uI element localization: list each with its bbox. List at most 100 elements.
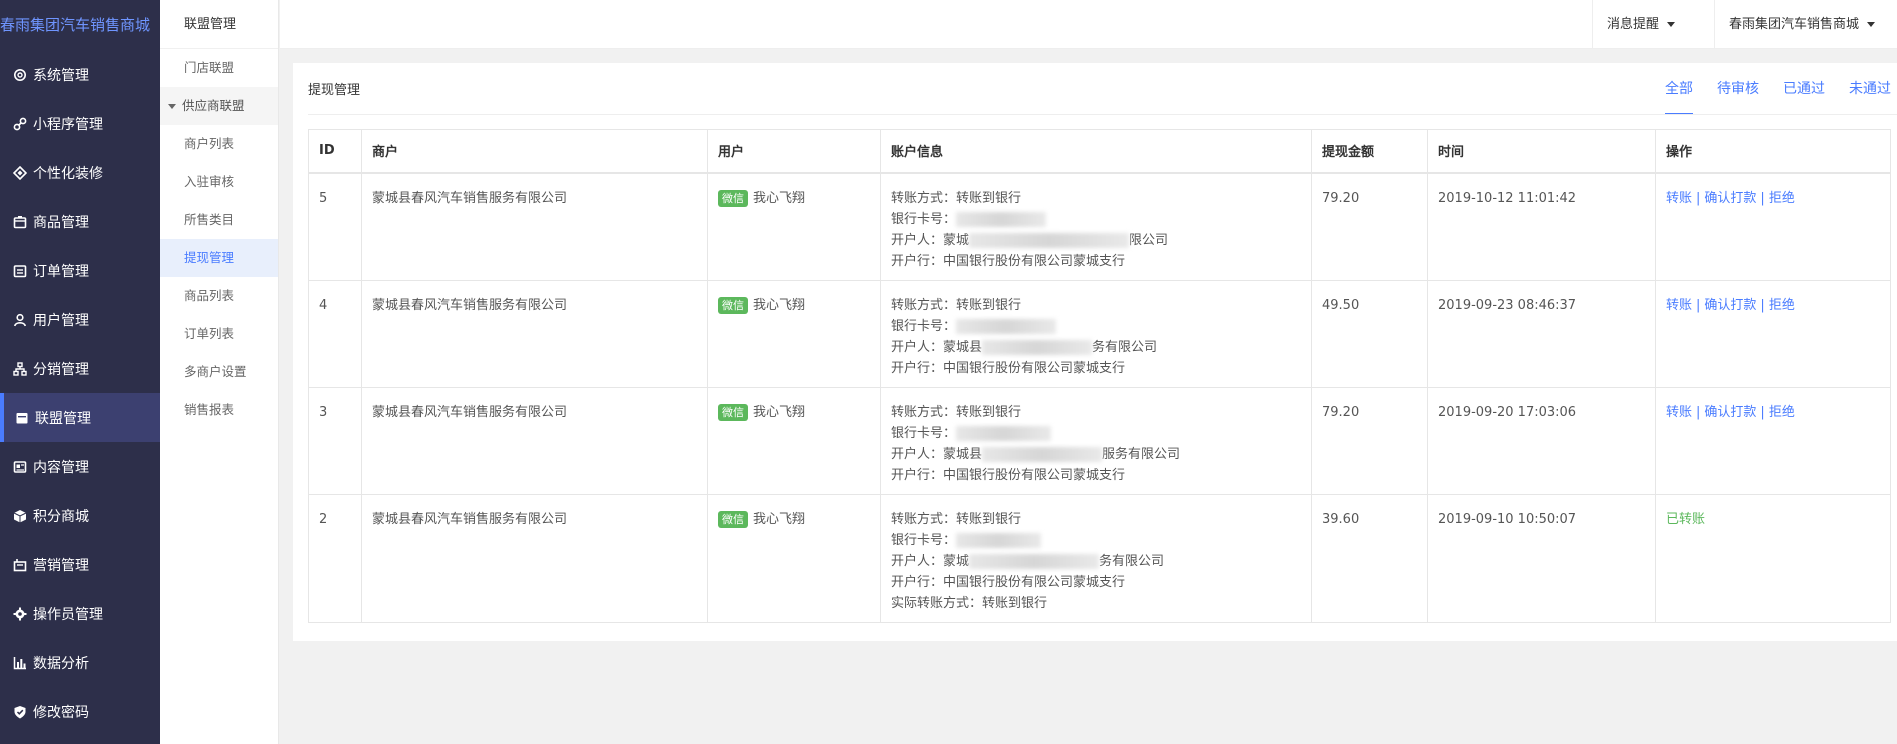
subnav-group-label: 供应商联盟 [182,98,245,113]
triangle-down-icon [168,104,176,109]
sidebar-item-8[interactable]: 内容管理 [0,442,160,491]
sidebar-item-6[interactable]: 分销管理 [0,344,160,393]
card-number-label: 银行卡号： [891,425,957,441]
actions-cell: 已转账 [1655,493,1891,623]
sidebar-item-label: 小程序管理 [33,116,103,133]
messages-dropdown[interactable]: 消息提醒 [1592,0,1714,49]
account-holder-label: 开户人： [891,232,944,248]
account-holder-label: 开户人： [891,446,944,462]
confirm-payment-link[interactable]: 确认打款 [1704,298,1756,313]
caret-down-icon [1867,22,1876,27]
reject-link[interactable]: 拒绝 [1769,298,1795,313]
sidebar-item-12[interactable]: 数据分析 [0,638,160,687]
transfer-method-line: 转账方式：转账到银行 [891,402,1301,423]
account-holder-start: 蒙城县 [943,339,983,355]
account-holder-end: 限公司 [1129,232,1169,248]
card-number-line: 银行卡号： [891,316,1301,337]
separator: | [1760,297,1765,313]
subnav-item-categories[interactable]: 所售类目 [160,201,278,239]
tab-approved[interactable]: 已通过 [1783,63,1825,115]
account-info-cell: 转账方式：转账到银行 银行卡号： 开户人：蒙城县 服务有限公司 开户行：中国银行股份有限… [880,386,1312,495]
account-holder-label: 开户人： [891,553,944,569]
subnav-item-products[interactable]: 商品列表 [160,277,278,315]
subnav-item-orders[interactable]: 订单列表 [160,315,278,353]
confirm-payment-link[interactable]: 确认打款 [1704,191,1756,206]
column-header-actions: 操作 [1655,129,1891,174]
content-icon [13,460,27,474]
subnav-item-multi-merchant-settings[interactable]: 多商户设置 [160,353,278,391]
sidebar-item-label: 积分商城 [33,508,89,525]
account-info-cell: 转账方式：转账到银行 银行卡号： 开户人：蒙城 务有限公司 开户行：中国银行股份有限公司… [880,493,1312,623]
tab-pending[interactable]: 待审核 [1717,63,1759,115]
redacted-holder-name [982,446,1103,462]
id-cell: 5 [308,172,362,281]
tab-all[interactable]: 全部 [1665,63,1693,115]
sidebar-item-10[interactable]: 营销管理 [0,540,160,589]
sidebar-item-3[interactable]: 商品管理 [0,197,160,246]
actual-method-value: 转账到银行 [982,595,1048,611]
confirm-payment-link[interactable]: 确认打款 [1704,405,1756,420]
bank-label: 开户行： [891,467,944,483]
tab-rejected[interactable]: 未通过 [1849,63,1891,115]
reject-link[interactable]: 拒绝 [1769,405,1795,420]
sidebar-item-4[interactable]: 订单管理 [0,246,160,295]
transfer-link[interactable]: 转账 [1666,298,1692,313]
subnav-item-sales-report[interactable]: 销售报表 [160,391,278,429]
redacted-holder-name [982,339,1093,355]
sidebar-item-0[interactable]: 系统管理 [0,50,160,99]
sidebar-item-label: 修改密码 [33,704,89,721]
actual-method-label: 实际转账方式： [891,595,983,611]
table-row: 4 蒙城县春风汽车销售服务有限公司 微信 我心飞翔 转账方式：转账到银行 银行卡号： 开户人… [308,279,1891,388]
transfer-method-line: 转账方式：转账到银行 [891,188,1301,209]
merchant-cell: 蒙城县春风汽车销售服务有限公司 [361,172,708,281]
sidebar-item-5[interactable]: 用户管理 [0,295,160,344]
column-header-time: 时间 [1427,129,1656,174]
merchant-cell: 蒙城县春风汽车销售服务有限公司 [361,493,708,623]
subnav-item-store-alliance[interactable]: 门店联盟 [160,49,278,87]
separator: | [1696,404,1701,420]
messages-label: 消息提醒 [1607,17,1660,32]
reject-link[interactable]: 拒绝 [1769,191,1795,206]
user-cell: 微信 我心飞翔 [707,172,881,281]
sidebar-item-9[interactable]: 积分商城 [0,491,160,540]
status-tabs: 全部 待审核 已通过 未通过 [1641,63,1891,115]
card-number-line: 银行卡号： [891,530,1301,551]
transfer-method-value: 转账到银行 [956,404,1022,420]
subnav-group-supplier[interactable]: 供应商联盟 [160,87,278,125]
transfer-link[interactable]: 转账 [1666,405,1692,420]
actions-cell: 转账 | 确认打款 | 拒绝 [1655,172,1891,281]
sidebar-item-7[interactable]: 联盟管理 [0,393,160,442]
user-name: 我心飞翔 [753,297,806,313]
sidebar-item-label: 系统管理 [33,67,89,84]
separator: | [1760,404,1765,420]
user-name: 我心飞翔 [753,511,806,527]
id-cell: 4 [308,279,362,388]
transfer-link[interactable]: 转账 [1666,191,1692,206]
account-holder-line: 开户人：蒙城 限公司 [891,230,1301,251]
sidebar-item-label: 订单管理 [33,263,89,280]
separator: | [1696,190,1701,206]
bank-value: 中国银行股份有限公司蒙城支行 [943,467,1126,483]
sidebar-item-1[interactable]: 小程序管理 [0,99,160,148]
user-cell: 微信 我心飞翔 [707,386,881,495]
bank-line: 开户行：中国银行股份有限公司蒙城支行 [891,572,1301,593]
id-cell: 3 [308,386,362,495]
transfer-method-value: 转账到银行 [956,190,1022,206]
account-dropdown[interactable]: 春雨集团汽车销售商城 [1714,0,1897,49]
account-holder-line: 开户人：蒙城县 务有限公司 [891,337,1301,358]
amount-cell: 79.20 [1311,172,1428,281]
account-holder-start: 蒙城 [943,553,970,569]
merchant-cell: 蒙城县春风汽车销售服务有限公司 [361,386,708,495]
subnav-item-withdrawals[interactable]: 提现管理 [160,239,278,277]
sidebar-item-2[interactable]: 个性化装修 [0,148,160,197]
column-header-account-info: 账户信息 [880,129,1312,174]
sidebar-item-11[interactable]: 操作员管理 [0,589,160,638]
subnav-item-merchants[interactable]: 商户列表 [160,125,278,163]
subnav-item-entry-review[interactable]: 入驻审核 [160,163,278,201]
status-transferred: 已转账 [1666,511,1706,527]
sidebar-item-13[interactable]: 修改密码 [0,687,160,736]
bank-value: 中国银行股份有限公司蒙城支行 [943,360,1126,376]
time-cell: 2019-10-12 11:01:42 [1427,172,1656,281]
redacted-holder-name [969,553,1100,569]
gear-icon [13,68,27,82]
